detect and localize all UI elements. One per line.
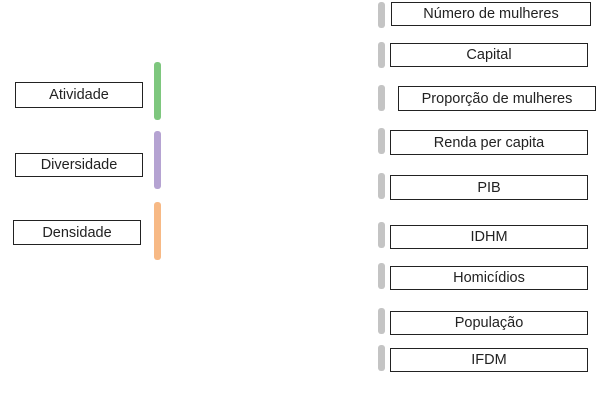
node-label: Homicídios (453, 270, 525, 286)
connector-bar (378, 173, 385, 199)
atividade-bar (154, 62, 161, 120)
node-label: Capital (466, 47, 512, 63)
densidade-bar (154, 202, 161, 260)
connector-bar (378, 345, 385, 371)
diversidade-bar (154, 131, 161, 189)
node-ifdm: IFDM (390, 348, 588, 372)
node-diversidade: Diversidade (15, 153, 143, 177)
node-capital: Capital (390, 43, 588, 67)
node-renda-per-capita: Renda per capita (390, 130, 588, 155)
connector-bar (378, 85, 385, 111)
node-label: PIB (477, 179, 501, 196)
node-label: IFDM (471, 352, 507, 368)
node-homicidios: Homicídios (390, 266, 588, 290)
node-label: Número de mulheres (423, 6, 559, 22)
connector-bar (378, 42, 385, 68)
node-label: IDHM (470, 229, 508, 245)
node-label: Diversidade (40, 157, 118, 173)
node-atividade: Atividade (15, 82, 143, 108)
node-numero-de-mulheres: Número de mulheres (391, 2, 591, 26)
node-label: População (454, 315, 524, 331)
node-idhm: IDHM (390, 225, 588, 249)
connector-bar (378, 222, 385, 248)
connector-bar (378, 263, 385, 289)
node-label: Atividade (49, 87, 109, 103)
node-pib: PIB (390, 175, 588, 200)
connector-bar (378, 2, 385, 28)
node-label: Proporção de mulheres (421, 90, 573, 107)
connector-bar (378, 128, 385, 154)
node-label: Renda per capita (433, 134, 545, 151)
node-label: Densidade (42, 224, 112, 241)
node-proporcao-de-mulheres: Proporção de mulheres (398, 86, 596, 111)
node-populacao: População (390, 311, 588, 335)
connector-bar (378, 308, 385, 334)
node-densidade: Densidade (13, 220, 141, 245)
